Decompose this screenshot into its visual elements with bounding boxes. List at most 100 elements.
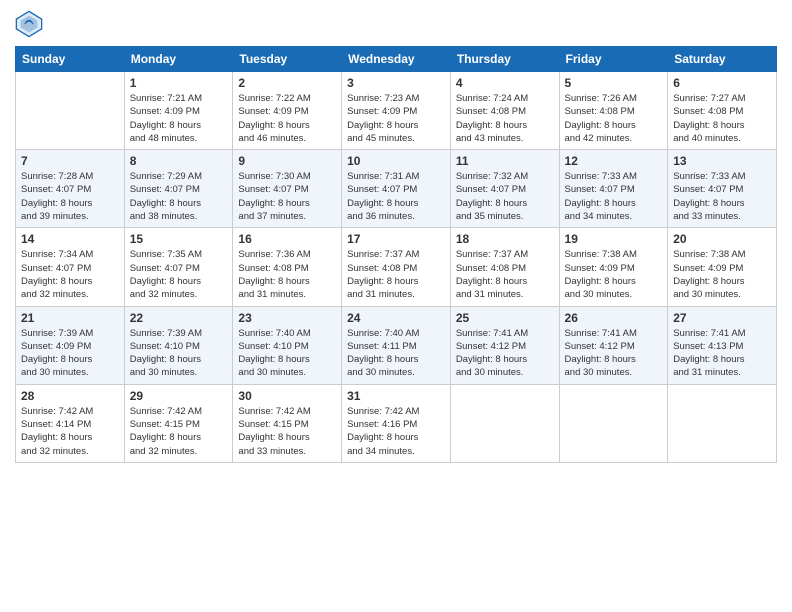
day-number: 12 — [565, 154, 663, 168]
day-info: Sunrise: 7:40 AM Sunset: 4:11 PM Dayligh… — [347, 327, 445, 380]
page: SundayMondayTuesdayWednesdayThursdayFrid… — [0, 0, 792, 612]
day-info: Sunrise: 7:24 AM Sunset: 4:08 PM Dayligh… — [456, 92, 554, 145]
day-cell: 7Sunrise: 7:28 AM Sunset: 4:07 PM Daylig… — [16, 150, 125, 228]
day-info: Sunrise: 7:30 AM Sunset: 4:07 PM Dayligh… — [238, 170, 336, 223]
day-info: Sunrise: 7:41 AM Sunset: 4:12 PM Dayligh… — [565, 327, 663, 380]
day-number: 4 — [456, 76, 554, 90]
day-number: 14 — [21, 232, 119, 246]
day-info: Sunrise: 7:27 AM Sunset: 4:08 PM Dayligh… — [673, 92, 771, 145]
day-cell: 25Sunrise: 7:41 AM Sunset: 4:12 PM Dayli… — [450, 306, 559, 384]
day-cell: 6 Sunrise: 7:27 AM Sunset: 4:08 PM Daylig… — [668, 72, 777, 150]
week-row-0: 1 Sunrise: 7:21 AM Sunset: 4:09 PM Daylig… — [16, 72, 777, 150]
day-cell: 8 Sunrise: 7:29 AM Sunset: 4:07 PM Daylig… — [124, 150, 233, 228]
day-cell: 19 Sunrise: 7:38 AM Sunset: 4:09 PM Dayli… — [559, 228, 668, 306]
day-info: Sunrise: 7:22 AM Sunset: 4:09 PM Dayligh… — [238, 92, 336, 145]
day-cell: 11 Sunrise: 7:32 AM Sunset: 4:07 PM Dayli… — [450, 150, 559, 228]
day-number: 21 — [21, 311, 119, 325]
day-number: 8 — [130, 154, 228, 168]
day-info: Sunrise: 7:39 AM Sunset: 4:09 PM Dayligh… — [21, 327, 119, 380]
day-cell: 30 Sunrise: 7:42 AM Sunset: 4:15 PM Dayli… — [233, 384, 342, 462]
day-number: 1 — [130, 76, 228, 90]
day-cell: 21 Sunrise: 7:39 AM Sunset: 4:09 PM Dayli… — [16, 306, 125, 384]
day-info: Sunrise: 7:33 AM Sunset: 4:07 PM Dayligh… — [565, 170, 663, 223]
day-cell — [559, 384, 668, 462]
day-cell: 24 Sunrise: 7:40 AM Sunset: 4:11 PM Dayli… — [342, 306, 451, 384]
day-number: 31 — [347, 389, 445, 403]
day-number: 11 — [456, 154, 554, 168]
header — [15, 10, 777, 38]
day-info: Sunrise: 7:37 AM Sunset: 4:08 PM Dayligh… — [347, 248, 445, 301]
day-cell: 3 Sunrise: 7:23 AM Sunset: 4:09 PM Daylig… — [342, 72, 451, 150]
day-info: Sunrise: 7:21 AM Sunset: 4:09 PM Dayligh… — [130, 92, 228, 145]
day-cell: 10Sunrise: 7:31 AM Sunset: 4:07 PM Dayli… — [342, 150, 451, 228]
day-cell: 22Sunrise: 7:39 AM Sunset: 4:10 PM Dayli… — [124, 306, 233, 384]
day-number: 23 — [238, 311, 336, 325]
day-info: Sunrise: 7:42 AM Sunset: 4:15 PM Dayligh… — [238, 405, 336, 458]
week-row-3: 21 Sunrise: 7:39 AM Sunset: 4:09 PM Dayli… — [16, 306, 777, 384]
day-cell: 14Sunrise: 7:34 AM Sunset: 4:07 PM Dayli… — [16, 228, 125, 306]
week-row-2: 14Sunrise: 7:34 AM Sunset: 4:07 PM Dayli… — [16, 228, 777, 306]
day-cell — [668, 384, 777, 462]
day-info: Sunrise: 7:32 AM Sunset: 4:07 PM Dayligh… — [456, 170, 554, 223]
day-cell: 31 Sunrise: 7:42 AM Sunset: 4:16 PM Dayli… — [342, 384, 451, 462]
day-info: Sunrise: 7:39 AM Sunset: 4:10 PM Dayligh… — [130, 327, 228, 380]
day-number: 28 — [21, 389, 119, 403]
day-cell — [16, 72, 125, 150]
day-cell: 15 Sunrise: 7:35 AM Sunset: 4:07 PM Dayli… — [124, 228, 233, 306]
day-cell: 28 Sunrise: 7:42 AM Sunset: 4:14 PM Dayli… — [16, 384, 125, 462]
day-number: 2 — [238, 76, 336, 90]
day-info: Sunrise: 7:42 AM Sunset: 4:16 PM Dayligh… — [347, 405, 445, 458]
day-cell — [450, 384, 559, 462]
day-info: Sunrise: 7:41 AM Sunset: 4:12 PM Dayligh… — [456, 327, 554, 380]
day-info: Sunrise: 7:42 AM Sunset: 4:14 PM Dayligh… — [21, 405, 119, 458]
day-cell: 16Sunrise: 7:36 AM Sunset: 4:08 PM Dayli… — [233, 228, 342, 306]
weekday-header-wednesday: Wednesday — [342, 47, 451, 72]
day-number: 24 — [347, 311, 445, 325]
day-number: 19 — [565, 232, 663, 246]
weekday-header-saturday: Saturday — [668, 47, 777, 72]
calendar-table: SundayMondayTuesdayWednesdayThursdayFrid… — [15, 46, 777, 463]
day-cell: 17 Sunrise: 7:37 AM Sunset: 4:08 PM Dayli… — [342, 228, 451, 306]
day-info: Sunrise: 7:26 AM Sunset: 4:08 PM Dayligh… — [565, 92, 663, 145]
day-info: Sunrise: 7:41 AM Sunset: 4:13 PM Dayligh… — [673, 327, 771, 380]
day-number: 30 — [238, 389, 336, 403]
day-info: Sunrise: 7:23 AM Sunset: 4:09 PM Dayligh… — [347, 92, 445, 145]
day-cell: 29 Sunrise: 7:42 AM Sunset: 4:15 PM Dayli… — [124, 384, 233, 462]
day-info: Sunrise: 7:35 AM Sunset: 4:07 PM Dayligh… — [130, 248, 228, 301]
day-number: 26 — [565, 311, 663, 325]
day-number: 5 — [565, 76, 663, 90]
day-info: Sunrise: 7:37 AM Sunset: 4:08 PM Dayligh… — [456, 248, 554, 301]
weekday-header-friday: Friday — [559, 47, 668, 72]
day-number: 9 — [238, 154, 336, 168]
day-number: 6 — [673, 76, 771, 90]
day-info: Sunrise: 7:29 AM Sunset: 4:07 PM Dayligh… — [130, 170, 228, 223]
day-number: 27 — [673, 311, 771, 325]
day-cell: 18Sunrise: 7:37 AM Sunset: 4:08 PM Dayli… — [450, 228, 559, 306]
weekday-header-monday: Monday — [124, 47, 233, 72]
logo — [15, 10, 47, 38]
day-info: Sunrise: 7:33 AM Sunset: 4:07 PM Dayligh… — [673, 170, 771, 223]
weekday-header-tuesday: Tuesday — [233, 47, 342, 72]
day-number: 29 — [130, 389, 228, 403]
weekday-header-sunday: Sunday — [16, 47, 125, 72]
day-cell: 9 Sunrise: 7:30 AM Sunset: 4:07 PM Daylig… — [233, 150, 342, 228]
day-number: 10 — [347, 154, 445, 168]
day-cell: 1 Sunrise: 7:21 AM Sunset: 4:09 PM Daylig… — [124, 72, 233, 150]
weekday-header-row: SundayMondayTuesdayWednesdayThursdayFrid… — [16, 47, 777, 72]
day-cell: 4 Sunrise: 7:24 AM Sunset: 4:08 PM Daylig… — [450, 72, 559, 150]
day-cell: 27 Sunrise: 7:41 AM Sunset: 4:13 PM Dayli… — [668, 306, 777, 384]
week-row-1: 7Sunrise: 7:28 AM Sunset: 4:07 PM Daylig… — [16, 150, 777, 228]
day-info: Sunrise: 7:38 AM Sunset: 4:09 PM Dayligh… — [565, 248, 663, 301]
day-cell: 2 Sunrise: 7:22 AM Sunset: 4:09 PM Daylig… — [233, 72, 342, 150]
day-number: 17 — [347, 232, 445, 246]
day-info: Sunrise: 7:40 AM Sunset: 4:10 PM Dayligh… — [238, 327, 336, 380]
week-row-4: 28 Sunrise: 7:42 AM Sunset: 4:14 PM Dayli… — [16, 384, 777, 462]
day-number: 13 — [673, 154, 771, 168]
day-number: 16 — [238, 232, 336, 246]
day-info: Sunrise: 7:42 AM Sunset: 4:15 PM Dayligh… — [130, 405, 228, 458]
day-number: 15 — [130, 232, 228, 246]
day-number: 3 — [347, 76, 445, 90]
logo-icon — [15, 10, 43, 38]
day-cell: 5 Sunrise: 7:26 AM Sunset: 4:08 PM Daylig… — [559, 72, 668, 150]
day-cell: 20Sunrise: 7:38 AM Sunset: 4:09 PM Dayli… — [668, 228, 777, 306]
